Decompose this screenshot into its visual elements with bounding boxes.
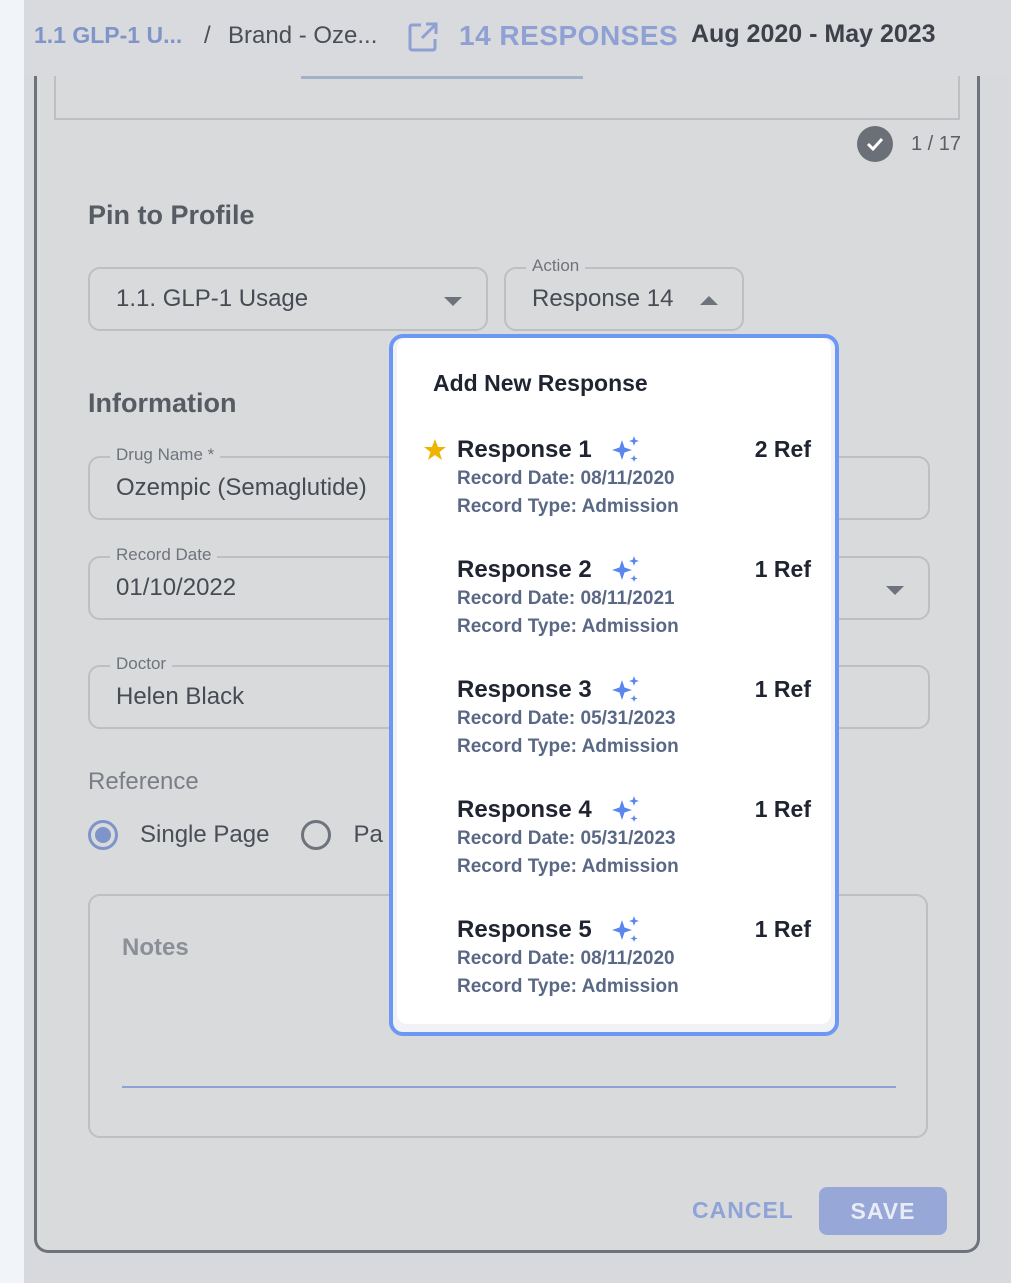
sparkle-icon	[611, 674, 641, 704]
action-select[interactable]: Action Response 14	[504, 256, 744, 331]
chevron-down-icon	[886, 586, 904, 595]
open-external-icon[interactable]	[406, 20, 440, 54]
action-select-value: Response 14	[532, 285, 674, 312]
response-ref-count: 1 Ref	[754, 796, 811, 822]
breadcrumb-separator: /	[204, 22, 211, 49]
response-name: Response 3	[457, 676, 592, 703]
pin-to-profile-title: Pin to Profile	[88, 200, 255, 230]
doctor-value: Helen Black	[116, 683, 245, 710]
radio-page-range[interactable]	[301, 820, 332, 850]
top-bar: 1.1 GLP-1 U... / Brand - Oze... 14 RESPO…	[24, 0, 1011, 76]
response-ref-count: 1 Ref	[754, 556, 811, 582]
record-date-label: Record Date	[110, 545, 218, 565]
response-item[interactable]: Response 2 1 Ref Record Date: 08/11/2021…	[397, 548, 831, 658]
dropdown-panel: Add New Response Response 1 2 Ref Record…	[397, 338, 831, 1024]
page: 1.1 GLP-1 U... / Brand - Oze... 14 RESPO…	[24, 0, 1011, 1283]
response-record-type: Record Type: Admission	[457, 616, 679, 637]
doctor-label: Doctor	[110, 654, 173, 674]
response-record-date: Record Date: 08/11/2021	[457, 588, 675, 609]
response-record-type: Record Type: Admission	[457, 856, 679, 877]
response-ref-count: 2 Ref	[754, 436, 811, 462]
reference-title: Reference	[88, 768, 199, 795]
sparkle-icon	[611, 794, 641, 824]
response-name: Response 2	[457, 556, 592, 583]
reference-options: Single Page Pa	[88, 820, 383, 850]
sparkle-icon	[611, 554, 641, 584]
field-underline	[301, 76, 583, 79]
response-record-date: Record Date: 05/31/2023	[457, 708, 676, 729]
date-range: Aug 2020 - May 2023	[691, 20, 936, 48]
profile-select-value: 1.1. GLP-1 Usage	[116, 285, 309, 312]
progress-indicator: 1 / 17	[857, 126, 961, 162]
star-icon	[423, 438, 447, 462]
response-record-type: Record Type: Admission	[457, 976, 679, 997]
notes-label: Notes	[122, 934, 189, 961]
response-record-type: Record Type: Admission	[457, 496, 679, 517]
response-ref-count: 1 Ref	[754, 676, 811, 702]
previous-field-box	[54, 76, 960, 120]
record-date-value: 01/10/2022	[116, 574, 237, 601]
drug-name-value: Ozempic (Semaglutide)	[116, 474, 367, 501]
breadcrumb-current: Brand - Oze...	[228, 22, 378, 49]
chevron-down-icon	[444, 297, 462, 306]
response-name: Response 5	[457, 916, 592, 943]
response-item[interactable]: Response 4 1 Ref Record Date: 05/31/2023…	[397, 788, 831, 898]
profile-select[interactable]: 1.1. GLP-1 Usage	[88, 267, 488, 331]
responses-count[interactable]: 14 RESPONSES	[459, 20, 678, 52]
add-response-dropdown: Add New Response Response 1 2 Ref Record…	[389, 334, 839, 1036]
radio-single-page-label: Single Page	[140, 821, 270, 848]
response-item[interactable]: Response 3 1 Ref Record Date: 05/31/2023…	[397, 668, 831, 778]
notes-underline	[122, 1086, 896, 1088]
information-title: Information	[88, 388, 237, 418]
response-ref-count: 1 Ref	[754, 916, 811, 942]
response-item[interactable]: Response 5 1 Ref Record Date: 08/11/2020…	[397, 908, 831, 1018]
response-item[interactable]: Response 1 2 Ref Record Date: 08/11/2020…	[397, 428, 831, 538]
radio-single-page[interactable]	[88, 820, 118, 850]
response-name: Response 1	[457, 436, 592, 463]
progress-text: 1 / 17	[911, 132, 962, 155]
response-record-type: Record Type: Admission	[457, 736, 679, 757]
check-circle-icon	[857, 126, 893, 162]
sparkle-icon	[611, 434, 641, 464]
response-record-date: Record Date: 08/11/2020	[457, 468, 675, 489]
response-record-date: Record Date: 05/31/2023	[457, 828, 676, 849]
radio-page-range-label: Pa	[353, 821, 383, 848]
sparkle-icon	[611, 914, 641, 944]
response-name: Response 4	[457, 796, 592, 823]
cancel-button[interactable]: CANCEL	[692, 1197, 794, 1224]
breadcrumb-parent-link[interactable]: 1.1 GLP-1 U...	[34, 22, 182, 49]
drug-name-label: Drug Name *	[110, 445, 221, 465]
chevron-up-icon	[700, 296, 718, 305]
response-record-date: Record Date: 08/11/2020	[457, 948, 675, 969]
action-label: Action	[526, 256, 586, 276]
save-button[interactable]: SAVE	[819, 1187, 947, 1235]
add-new-response-option[interactable]: Add New Response	[433, 370, 648, 397]
